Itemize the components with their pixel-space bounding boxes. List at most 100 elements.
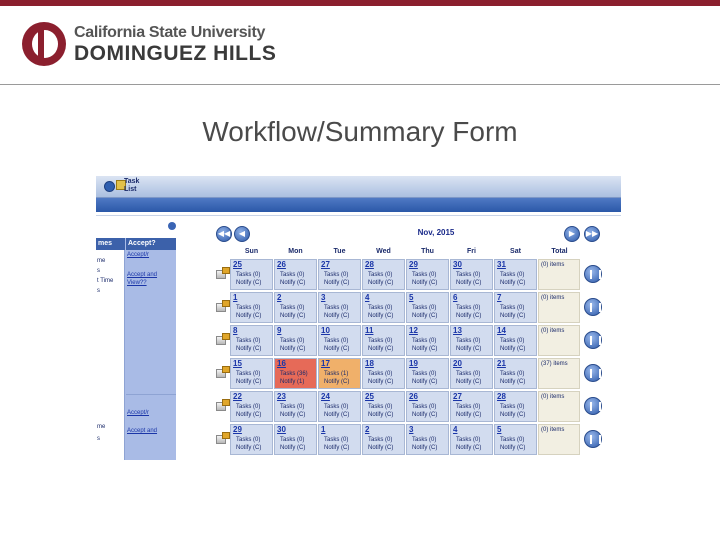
notify-count-link[interactable]: Notify (C) — [368, 412, 393, 418]
tasks-count-link[interactable]: Tasks (0) — [368, 371, 392, 377]
calendar-day-cell[interactable]: 10 Tasks (0) Notify (C) — [318, 325, 361, 356]
edit-icon[interactable] — [216, 300, 230, 312]
day-number-link[interactable]: 27 — [321, 260, 330, 269]
calendar-day-cell[interactable]: 26 Tasks (0) Notify (C) — [406, 391, 449, 422]
calendar-day-cell[interactable]: 29 Tasks (0) Notify (C) — [406, 259, 449, 290]
calendar-day-cell[interactable]: 12 Tasks (0) Notify (C) — [406, 325, 449, 356]
calendar-day-cell[interactable]: 5 Tasks (0) Notify (C) — [406, 292, 449, 323]
day-number-link[interactable]: 21 — [497, 359, 506, 368]
day-number-link[interactable]: 15 — [233, 359, 242, 368]
tasks-count-link[interactable]: Tasks (0) — [500, 404, 524, 410]
day-number-link[interactable]: 26 — [277, 260, 286, 269]
chart-icon[interactable] — [584, 364, 602, 382]
notify-count-link[interactable]: Notify (C) — [412, 445, 437, 451]
calendar-day-cell[interactable]: 3 Tasks (0) Notify (C) — [318, 292, 361, 323]
notify-count-link[interactable]: Notify (C) — [280, 346, 305, 352]
day-number-link[interactable]: 28 — [497, 392, 506, 401]
calendar-day-cell[interactable]: 29 Tasks (0) Notify (C) — [230, 424, 273, 455]
tasks-count-link[interactable]: Tasks (0) — [368, 272, 392, 278]
notify-count-link[interactable]: Notify (C) — [500, 346, 525, 352]
day-number-link[interactable]: 30 — [277, 425, 286, 434]
day-number-link[interactable]: 7 — [497, 293, 501, 302]
calendar-day-cell[interactable]: 2 Tasks (0) Notify (C) — [274, 292, 317, 323]
tasks-count-link[interactable]: Tasks (0) — [500, 437, 524, 443]
day-number-link[interactable]: 9 — [277, 326, 281, 335]
notify-count-link[interactable]: Notify (C) — [456, 445, 481, 451]
day-number-link[interactable]: 17 — [321, 359, 330, 368]
chart-icon[interactable] — [584, 430, 602, 448]
notify-count-link[interactable]: Notify (C) — [500, 313, 525, 319]
notify-count-link[interactable]: Notify (C) — [324, 412, 349, 418]
edit-icon[interactable] — [216, 267, 230, 279]
next-month-button[interactable]: ▶ — [564, 226, 580, 242]
day-number-link[interactable]: 10 — [321, 326, 330, 335]
calendar-day-cell[interactable]: 28 Tasks (0) Notify (C) — [362, 259, 405, 290]
day-number-link[interactable]: 28 — [365, 260, 374, 269]
tasks-count-link[interactable]: Tasks (0) — [368, 305, 392, 311]
calendar-day-cell[interactable]: 14 Tasks (0) Notify (C) — [494, 325, 537, 356]
calendar-day-cell[interactable]: 21 Tasks (0) Notify (C) — [494, 358, 537, 389]
edit-icon[interactable] — [216, 333, 230, 345]
calendar-day-cell[interactable]: 20 Tasks (0) Notify (C) — [450, 358, 493, 389]
tasks-count-link[interactable]: Tasks (0) — [456, 371, 480, 377]
tasks-count-link[interactable]: Tasks (0) — [456, 437, 480, 443]
accept-view-link-2[interactable]: View?? — [127, 280, 147, 286]
edit-icon[interactable] — [216, 432, 230, 444]
day-number-link[interactable]: 29 — [233, 425, 242, 434]
notify-count-link[interactable]: Notify (C) — [500, 445, 525, 451]
day-number-link[interactable]: 20 — [453, 359, 462, 368]
col-header-accept[interactable]: Accept? — [126, 238, 176, 250]
back-icon[interactable] — [104, 181, 115, 192]
calendar-day-cell[interactable]: 31 Tasks (0) Notify (C) — [494, 259, 537, 290]
notify-count-link[interactable]: Notify (C) — [412, 412, 437, 418]
calendar-day-cell[interactable]: 2 Tasks (0) Notify (C) — [362, 424, 405, 455]
day-number-link[interactable]: 2 — [365, 425, 369, 434]
tasks-count-link[interactable]: Tasks (1) — [324, 371, 348, 377]
calendar-day-cell[interactable]: 30 Tasks (0) Notify (C) — [274, 424, 317, 455]
notify-count-link[interactable]: Notify (C) — [236, 412, 261, 418]
prev-year-button[interactable]: ◀◀ — [216, 226, 232, 242]
calendar-day-cell[interactable]: 22 Tasks (0) Notify (C) — [230, 391, 273, 422]
calendar-day-cell[interactable]: 23 Tasks (0) Notify (C) — [274, 391, 317, 422]
notify-count-link[interactable]: Notify (C) — [412, 280, 437, 286]
tasks-count-link[interactable]: Tasks (0) — [456, 305, 480, 311]
edit-icon[interactable] — [216, 399, 230, 411]
calendar-day-cell[interactable]: 25 Tasks (0) Notify (C) — [230, 259, 273, 290]
accept-view-link[interactable]: Accept and — [127, 272, 157, 278]
tasks-count-link[interactable]: Tasks (0) — [236, 371, 260, 377]
tasks-count-link[interactable]: Tasks (0) — [368, 338, 392, 344]
notify-count-link[interactable]: Notify (C) — [280, 313, 305, 319]
info-icon[interactable] — [168, 222, 176, 230]
tasks-count-link[interactable]: Tasks (0) — [280, 437, 304, 443]
notify-count-link[interactable]: Notify (C) — [368, 346, 393, 352]
day-number-link[interactable]: 1 — [321, 425, 325, 434]
tasks-count-link[interactable]: Tasks (0) — [500, 371, 524, 377]
tasks-count-link[interactable]: Tasks (0) — [324, 404, 348, 410]
notify-count-link[interactable]: Notify (C) — [324, 280, 349, 286]
notify-count-link[interactable]: Notify (C) — [280, 412, 305, 418]
notify-count-link[interactable]: Notify (C) — [500, 412, 525, 418]
accept-link[interactable]: Accept/r — [127, 410, 149, 416]
day-number-link[interactable]: 14 — [497, 326, 506, 335]
notify-count-link[interactable]: Notify (1) — [280, 379, 304, 385]
tasks-count-link[interactable]: Tasks (0) — [236, 338, 260, 344]
calendar-day-cell[interactable]: 24 Tasks (0) Notify (C) — [318, 391, 361, 422]
tasks-count-link[interactable]: Tasks (0) — [412, 305, 436, 311]
notify-count-link[interactable]: Notify (C) — [236, 379, 261, 385]
calendar-day-cell[interactable]: 26 Tasks (0) Notify (C) — [274, 259, 317, 290]
notify-count-link[interactable]: Notify (C) — [236, 280, 261, 286]
notify-count-link[interactable]: Notify (C) — [500, 379, 525, 385]
day-number-link[interactable]: 31 — [497, 260, 506, 269]
chart-icon[interactable] — [584, 331, 602, 349]
notify-count-link[interactable]: Notify (C) — [456, 412, 481, 418]
calendar-day-cell[interactable]: 9 Tasks (0) Notify (C) — [274, 325, 317, 356]
day-number-link[interactable]: 3 — [321, 293, 325, 302]
day-number-link[interactable]: 4 — [453, 425, 457, 434]
notify-count-link[interactable]: Notify (C) — [280, 445, 305, 451]
col-header-names[interactable]: mes — [96, 238, 125, 250]
calendar-day-cell[interactable]: 16 Tasks (36) Notify (1) — [274, 358, 317, 389]
tasks-count-link[interactable]: Tasks (0) — [368, 404, 392, 410]
day-number-link[interactable]: 25 — [233, 260, 242, 269]
day-number-link[interactable]: 4 — [365, 293, 369, 302]
calendar-day-cell[interactable]: 30 Tasks (0) Notify (C) — [450, 259, 493, 290]
